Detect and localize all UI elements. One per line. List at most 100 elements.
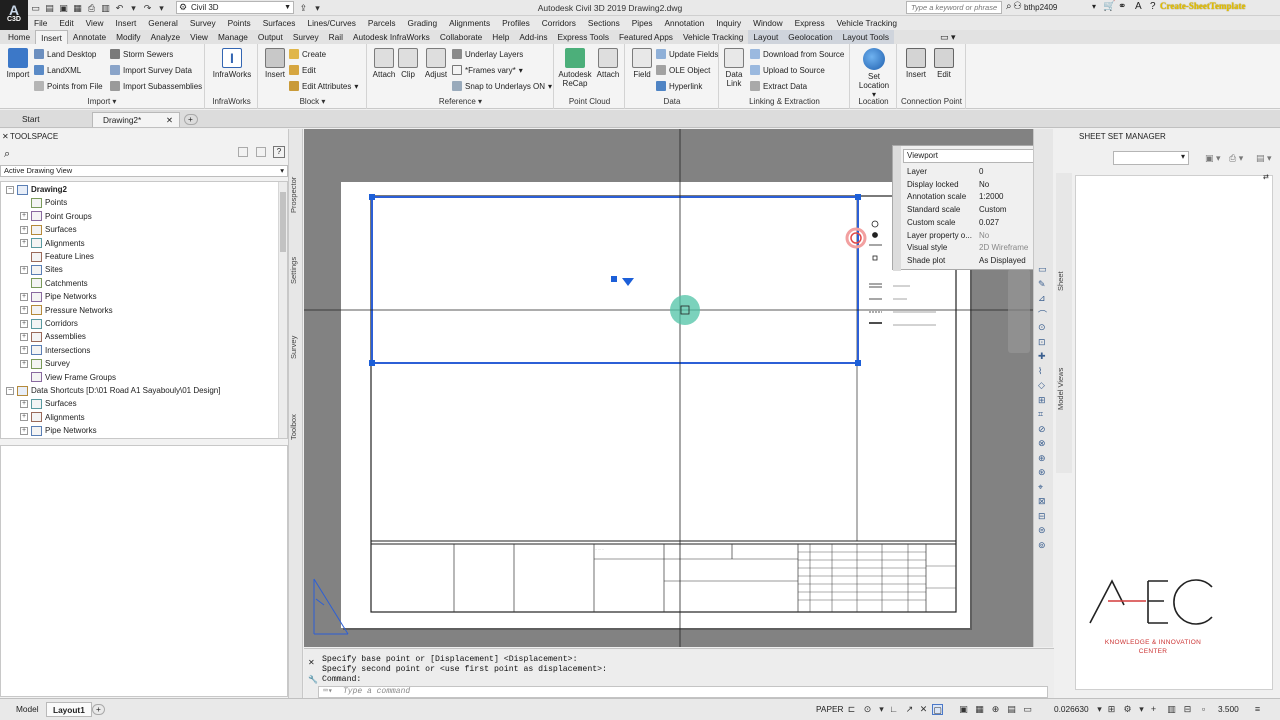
- field-button[interactable]: Field: [626, 48, 658, 79]
- expand-icon[interactable]: +: [20, 225, 28, 234]
- tab-add-ins[interactable]: Add-ins: [514, 30, 552, 44]
- chevron-down-icon[interactable]: ▾: [1092, 2, 1096, 11]
- doc-tab-drawing2[interactable]: Drawing2* ✕: [92, 112, 180, 127]
- menu-file[interactable]: File: [28, 18, 53, 28]
- menu-edit[interactable]: Edit: [53, 18, 79, 28]
- settings-icon[interactable]: ⚙: [1122, 704, 1133, 715]
- property-value[interactable]: As Displayed: [979, 256, 1026, 265]
- tab-survey[interactable]: Survey: [288, 30, 324, 44]
- exchange-icon[interactable]: A: [1135, 1, 1142, 12]
- import-survey-data-button[interactable]: Import Survey Data: [110, 65, 192, 75]
- autodesk-recap-button[interactable]: Autodesk ReCap: [557, 48, 593, 88]
- wrench-icon[interactable]: 🔧: [308, 675, 318, 684]
- new-icon[interactable]: ▭: [30, 3, 41, 14]
- ortho-icon[interactable]: ∟: [888, 704, 899, 715]
- panel-reference-title[interactable]: Reference ▾: [368, 97, 553, 107]
- expand-icon[interactable]: +: [20, 413, 28, 422]
- navigation-bar[interactable]: [1008, 269, 1030, 353]
- tree-item[interactable]: + Pipe Networks: [20, 290, 97, 303]
- tree-item[interactable]: View Frame Groups: [20, 371, 116, 384]
- points-from-file-button[interactable]: Points from File: [34, 81, 103, 91]
- tool-icon[interactable]: ⊿: [1038, 293, 1046, 304]
- tree-item[interactable]: − Drawing2: [6, 183, 67, 196]
- menu-surfaces[interactable]: Surfaces: [257, 18, 302, 28]
- tree-item[interactable]: +Pressure Networks: [20, 438, 113, 439]
- tool-icon[interactable]: ⊗: [1038, 438, 1046, 449]
- print-icon[interactable]: ⎙: [86, 3, 97, 14]
- tree-item[interactable]: + Alignments: [20, 237, 85, 250]
- toolspace-view-select[interactable]: Active Drawing View ▾: [0, 165, 288, 177]
- tree-item[interactable]: + Intersections: [20, 344, 90, 357]
- menu-insert[interactable]: Insert: [110, 18, 143, 28]
- tool-icon[interactable]: ✚: [1038, 351, 1046, 362]
- collapse-icon[interactable]: −: [6, 386, 14, 395]
- data-link-button[interactable]: Data Link: [720, 48, 748, 88]
- tab-output[interactable]: Output: [253, 30, 288, 44]
- update-fields-button[interactable]: Update Fields: [656, 49, 718, 59]
- menu-annotation[interactable]: Annotation: [659, 18, 711, 28]
- tool-icon[interactable]: ⊜: [1038, 525, 1046, 536]
- expand-icon[interactable]: +: [20, 239, 28, 248]
- tree-item[interactable]: − Data Shortcuts [D:\01 Road A1 Sayabouly…: [6, 384, 220, 397]
- menu-survey[interactable]: Survey: [184, 18, 222, 28]
- chevron-down-icon[interactable]: ▾: [876, 704, 887, 715]
- tool-icon[interactable]: ⊞: [1038, 395, 1046, 406]
- edit-block-button[interactable]: Edit: [289, 65, 316, 75]
- search-input[interactable]: Type a keyword or phrase: [906, 1, 1002, 14]
- storm-sewers-button[interactable]: Storm Sewers: [110, 49, 173, 59]
- menu-pipes[interactable]: Pipes: [626, 18, 659, 28]
- expand-icon[interactable]: +: [20, 426, 28, 435]
- tab-collaborate[interactable]: Collaborate: [435, 30, 487, 44]
- tool-icon[interactable]: ⌖: [1038, 482, 1043, 493]
- connection-edit-button[interactable]: Edit: [930, 48, 958, 79]
- tab-settings[interactable]: Settings: [289, 245, 303, 295]
- extract-data-button[interactable]: Extract Data: [750, 81, 807, 91]
- tree-scrollbar[interactable]: [278, 182, 287, 438]
- download-from-source-button[interactable]: Download from Source: [750, 49, 844, 59]
- expand-icon[interactable]: +: [20, 212, 28, 221]
- open-icon[interactable]: ▤: [44, 3, 55, 14]
- redo-icon[interactable]: ↷: [142, 3, 153, 14]
- insert-block-button[interactable]: Insert: [259, 48, 291, 79]
- import-subassemblies-button[interactable]: Import Subassemblies: [110, 81, 202, 91]
- binoculars-icon[interactable]: ⌕: [1006, 1, 1012, 12]
- tool-icon[interactable]: ✎: [1038, 279, 1046, 290]
- property-value[interactable]: No: [979, 180, 989, 189]
- new-tab-button[interactable]: +: [184, 114, 198, 125]
- tree-item[interactable]: + Assemblies: [20, 330, 86, 343]
- search-icon[interactable]: ⌕: [4, 148, 10, 161]
- ole-object-button[interactable]: OLE Object: [656, 65, 710, 75]
- tree-item[interactable]: + Alignments: [20, 411, 85, 424]
- upload-to-source-button[interactable]: Upload to Source: [750, 65, 825, 75]
- panel-view-icon[interactable]: [256, 147, 266, 157]
- space-toggle[interactable]: PAPER: [810, 702, 850, 717]
- chevron-down-icon[interactable]: ▾: [1094, 704, 1105, 715]
- tree-item[interactable]: +Pressure Networks: [20, 304, 113, 317]
- isodraft-icon[interactable]: ✕: [918, 704, 929, 715]
- tool-icon[interactable]: ⌒: [1038, 308, 1047, 321]
- create-block-button[interactable]: Create: [289, 49, 326, 59]
- application-menu-button[interactable]: A C3D: [0, 0, 28, 30]
- new-layout-button[interactable]: +: [92, 704, 105, 715]
- tree-item[interactable]: + Surfaces: [20, 397, 77, 410]
- sheet-list-icon[interactable]: ▣ ▾: [1205, 153, 1221, 164]
- collapse-icon[interactable]: −: [6, 185, 14, 194]
- viewport-grips[interactable]: [369, 194, 861, 366]
- undo-dropdown-icon[interactable]: ▾: [128, 3, 139, 14]
- tab-view[interactable]: View: [185, 30, 213, 44]
- menu-vehicle-tracking[interactable]: Vehicle Tracking: [831, 18, 903, 28]
- tool-icon[interactable]: ▭: [1038, 264, 1047, 275]
- menu-general[interactable]: General: [142, 18, 184, 28]
- tab-rail[interactable]: Rail: [324, 30, 348, 44]
- item-view-icon[interactable]: [238, 147, 248, 157]
- polar-icon[interactable]: ↗: [904, 704, 915, 715]
- infraworks-button[interactable]: I InfraWorks: [210, 48, 254, 79]
- viewport-scale-value[interactable]: 0.026630: [1048, 702, 1095, 717]
- plus-icon[interactable]: +: [1148, 704, 1159, 715]
- edit-attributes-button[interactable]: Edit Attributes ▾: [289, 81, 358, 91]
- close-icon[interactable]: ✕: [2, 132, 9, 141]
- tree-item[interactable]: Points: [20, 196, 67, 209]
- menu-alignments[interactable]: Alignments: [443, 18, 496, 28]
- tab-manage[interactable]: Manage: [213, 30, 253, 44]
- tab-vehicle-tracking[interactable]: Vehicle Tracking: [678, 30, 748, 44]
